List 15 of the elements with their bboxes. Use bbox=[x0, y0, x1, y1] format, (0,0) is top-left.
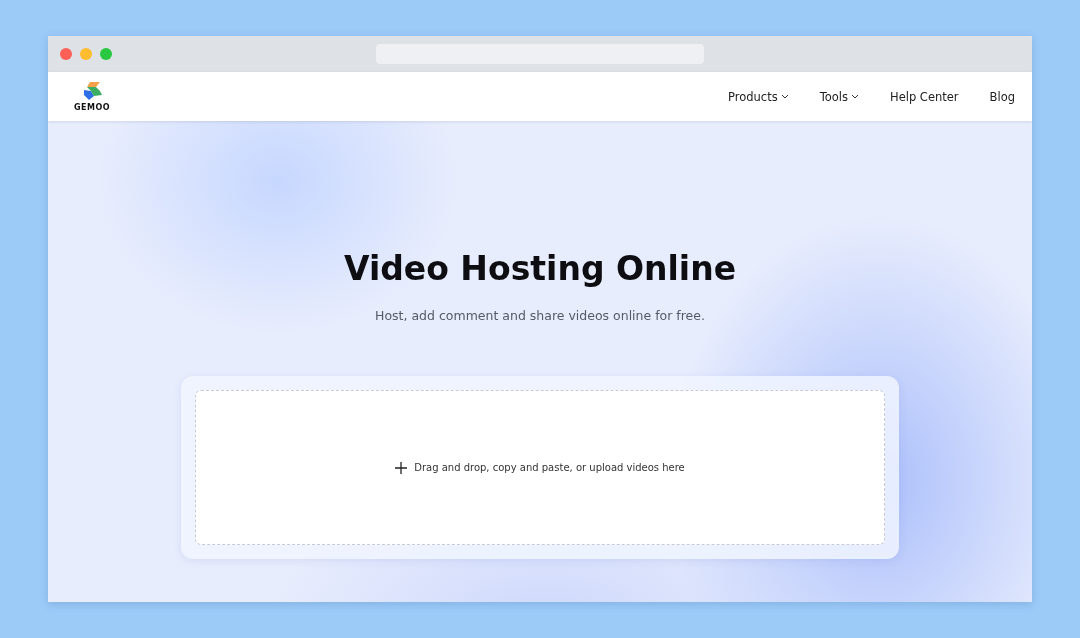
close-icon[interactable] bbox=[60, 48, 72, 60]
upload-prompt: Drag and drop, copy and paste, or upload videos here bbox=[414, 462, 685, 473]
logo-text[interactable]: GEMOO bbox=[74, 103, 111, 112]
hero-title: Video Hosting Online bbox=[343, 249, 737, 288]
nav-link[interactable]: Tools bbox=[819, 89, 859, 104]
nav-link[interactable]: Help Center bbox=[890, 89, 959, 104]
maximize-icon[interactable] bbox=[100, 48, 112, 60]
drop-zone[interactable]: Drag and drop, copy and paste, or upload videos here bbox=[195, 390, 885, 545]
nav-link[interactable]: Blog bbox=[989, 89, 1015, 104]
minimize-icon[interactable] bbox=[80, 48, 92, 60]
caret-icon bbox=[851, 94, 859, 99]
hero-subtitle: Host, add comment and share videos online for free. bbox=[375, 308, 705, 323]
nav-link[interactable]: Products bbox=[728, 89, 789, 104]
plus-icon bbox=[395, 461, 408, 474]
caret-icon bbox=[780, 94, 789, 99]
